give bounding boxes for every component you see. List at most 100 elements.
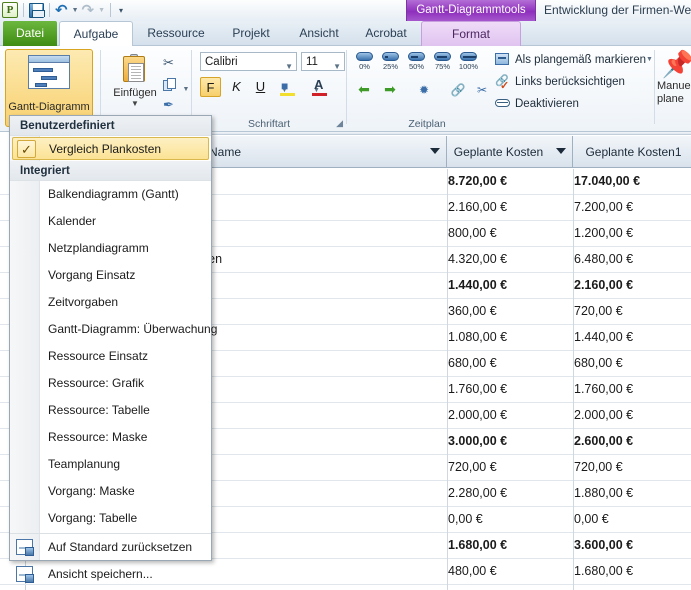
menu-item-ansicht-speichern[interactable]: Ansicht speichern... [10,562,211,586]
menu-item-vorgang-einsatz[interactable]: Vorgang Einsatz [10,263,211,287]
font-size-combobox[interactable]: 11 ▼ [301,52,345,71]
tab-aufgabe[interactable]: Aufgabe [59,21,133,47]
menu-item-kalender[interactable]: Kalender [10,209,211,233]
tab-datei[interactable]: Datei [3,21,57,46]
cell-geplante-kosten[interactable]: 800,00 € [448,221,497,246]
manually-schedule-button[interactable]: 📌 Manue plane [655,50,691,106]
italic-button[interactable]: K [226,77,247,97]
redo-caret-icon[interactable]: ▼ [98,7,105,14]
percent-0-button[interactable]: 0% [353,52,376,71]
cell-geplante-kosten[interactable]: 1.760,00 € [448,377,507,402]
cell-geplante-kosten[interactable]: 1.080,00 € [448,325,507,350]
cell-geplante-kosten1[interactable]: 2.600,00 € [574,429,633,454]
cell-geplante-kosten1[interactable]: 2.160,00 € [574,273,633,298]
menu-item-ressource-grafik[interactable]: Ressource: Grafik [10,371,211,395]
cell-geplante-kosten1[interactable]: 1.200,00 € [574,585,633,590]
view-dropdown-menu[interactable]: Benutzerdefiniert ✓ Vergleich Plankosten… [9,115,217,583]
menu-item-vorgang-tabelle[interactable]: Vorgang: Tabelle [10,506,211,530]
menu-item-zeitvorgaben[interactable]: Zeitvorgaben [10,290,211,314]
tab-format[interactable]: Format [421,21,521,46]
copy-chevron-down-icon[interactable]: ▼ [182,86,189,93]
inactivate-button[interactable]: Deaktivieren [495,95,645,113]
cell-geplante-kosten1[interactable]: 7.200,00 € [574,195,633,220]
unlink-tasks-button[interactable]: ✂ [471,80,493,100]
font-dialog-launcher-icon[interactable]: ◢ [336,118,343,129]
cell-geplante-kosten[interactable]: 360,00 € [448,299,497,324]
format-painter-icon[interactable]: ✒ [163,98,174,113]
menu-item-vergleich-plankosten[interactable]: ✓ Vergleich Plankosten [12,137,209,160]
respect-links-button[interactable]: 🔗 ✓ Links berücksichtigen [495,73,645,92]
column-header-geplante-kosten1[interactable]: Geplante Kosten1 [573,136,691,168]
undo-caret-icon[interactable]: ▼ [72,7,79,14]
fill-color-button[interactable]: ■ ▼ [280,79,295,97]
redo-icon[interactable]: ↷ [82,2,95,18]
menu-item-vorgang-maske[interactable]: Vorgang: Maske [10,479,211,503]
menu-item-ressource-einsatz[interactable]: Ressource Einsatz [10,344,211,368]
indent-button[interactable]: ➡ [379,80,401,100]
cell-geplante-kosten[interactable]: 8.720,00 € [448,169,507,194]
menu-item-ressource-tabelle[interactable]: Ressource: Tabelle [10,398,211,422]
cell-geplante-kosten1[interactable]: 680,00 € [574,351,623,376]
cell-geplante-kosten[interactable]: 0,00 € [448,507,483,532]
menu-item-teamplanung[interactable]: Teamplanung [10,452,211,476]
customize-qat-icon[interactable]: ▾ [119,6,123,15]
font-name-chevron-down-icon[interactable]: ▼ [285,58,293,76]
cell-geplante-kosten[interactable]: 1.440,00 € [448,273,507,298]
percent-100-button[interactable]: 100% [457,52,480,71]
percent-75-button[interactable]: 75% [431,52,454,71]
paste-chevron-down-icon[interactable]: ▼ [109,99,161,108]
column-header-geplante-kosten[interactable]: Geplante Kosten [447,136,573,168]
cell-geplante-kosten[interactable]: 1.680,00 € [448,533,507,558]
filter-caret-icon-2[interactable] [556,148,566,154]
cell-geplante-kosten1[interactable]: 3.600,00 € [574,533,633,558]
percent-50-button[interactable]: 50% [405,52,428,71]
menu-item-balkendiagramm-gantt[interactable]: Balkendiagramm (Gantt) [10,182,211,206]
cell-geplante-kosten[interactable]: 720,00 € [448,455,497,480]
menu-item-netzplandiagramm[interactable]: Netzplandiagramm [10,236,211,260]
undo-icon[interactable]: ↶ [55,2,68,18]
bold-button[interactable]: F [200,77,221,97]
tab-ressource[interactable]: Ressource [137,21,215,46]
menu-item-gantt-ueberwachung[interactable]: Gantt-Diagramm: Überwachung [10,317,217,341]
font-name-combobox[interactable]: Calibri ▼ [200,52,297,71]
cell-geplante-kosten1[interactable]: 0,00 € [574,507,609,532]
cell-geplante-kosten[interactable]: 2.280,00 € [448,481,507,506]
save-icon[interactable] [29,2,45,18]
font-size-chevron-down-icon[interactable]: ▼ [333,58,341,76]
cell-geplante-kosten[interactable]: 4.320,00 € [448,247,507,272]
cell-geplante-kosten[interactable]: 680,00 € [448,351,497,376]
cell-geplante-kosten[interactable]: 2.000,00 € [448,403,507,428]
tab-acrobat[interactable]: Acrobat [355,21,417,46]
cell-geplante-kosten1[interactable]: 2.000,00 € [574,403,633,428]
mark-on-track-button[interactable]: Als plangemäß markieren ▼ [495,51,653,69]
inspect-task-button[interactable]: ✹ [413,80,435,100]
cell-geplante-kosten1[interactable]: 17.040,00 € [574,169,640,194]
tab-projekt[interactable]: Projekt [219,21,283,46]
cell-geplante-kosten1[interactable]: 1.680,00 € [574,559,633,584]
outdent-button[interactable]: ⬅ [353,80,375,100]
scissors-icon[interactable]: ✂ [163,56,174,71]
filter-caret-icon[interactable] [430,148,440,154]
mark-on-track-chevron-down-icon[interactable]: ▼ [646,56,653,63]
cell-geplante-kosten1[interactable]: 1.880,00 € [574,481,633,506]
cell-geplante-kosten[interactable]: 3.000,00 € [448,429,507,454]
cell-geplante-kosten1[interactable]: 6.480,00 € [574,247,633,272]
menu-item-ressource-maske[interactable]: Ressource: Maske [10,425,211,449]
cell-geplante-kosten1[interactable]: 720,00 € [574,299,623,324]
tab-ansicht[interactable]: Ansicht [287,21,351,46]
copy-icon[interactable]: ▼ [163,78,189,96]
cell-geplante-kosten1[interactable]: 1.440,00 € [574,325,633,350]
cell-geplante-kosten1[interactable]: 720,00 € [574,455,623,480]
cell-geplante-kosten[interactable]: 480,00 € [448,585,497,590]
font-color-button[interactable]: A ▼ [312,77,327,97]
cell-geplante-kosten[interactable]: 480,00 € [448,559,497,584]
paste-button[interactable]: Einfügen ▼ [109,54,161,108]
percent-25-button[interactable]: 25% [379,52,402,71]
cell-geplante-kosten[interactable]: 2.160,00 € [448,195,507,220]
menu-item-auf-standard-zuruecksetzen[interactable]: Auf Standard zurücksetzen [10,535,211,559]
cell-geplante-kosten1[interactable]: 1.200,00 € [574,221,633,246]
respect-links-check-icon: ✓ [500,80,510,92]
cell-geplante-kosten1[interactable]: 1.760,00 € [574,377,633,402]
link-tasks-button[interactable]: 🔗 [447,80,469,100]
underline-button[interactable]: U [250,77,271,97]
